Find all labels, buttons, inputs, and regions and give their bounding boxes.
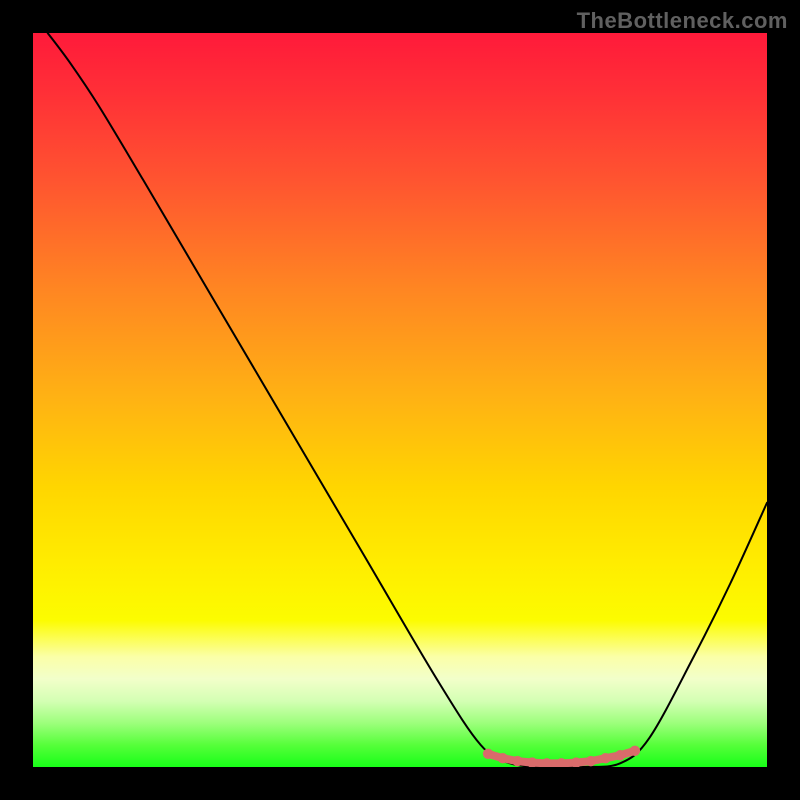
highlight-marker — [630, 746, 640, 756]
highlight-marker — [600, 753, 610, 763]
highlight-marker — [483, 749, 493, 759]
plot-area — [33, 33, 767, 767]
chart-svg — [33, 33, 767, 767]
highlight-marker — [498, 753, 508, 763]
highlight-marker — [586, 756, 596, 766]
watermark-text: TheBottleneck.com — [577, 8, 788, 34]
highlight-marker — [615, 750, 625, 760]
highlight-marker — [512, 756, 522, 766]
bottleneck-curve-line — [48, 33, 767, 767]
